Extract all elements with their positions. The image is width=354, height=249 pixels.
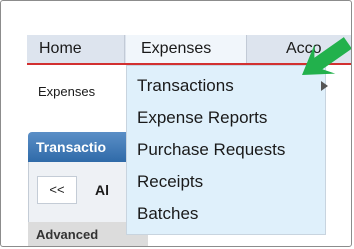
app-frame: Home Expenses Acco Expenses Transactio <…	[0, 0, 352, 247]
green-arrow-icon	[302, 37, 351, 75]
